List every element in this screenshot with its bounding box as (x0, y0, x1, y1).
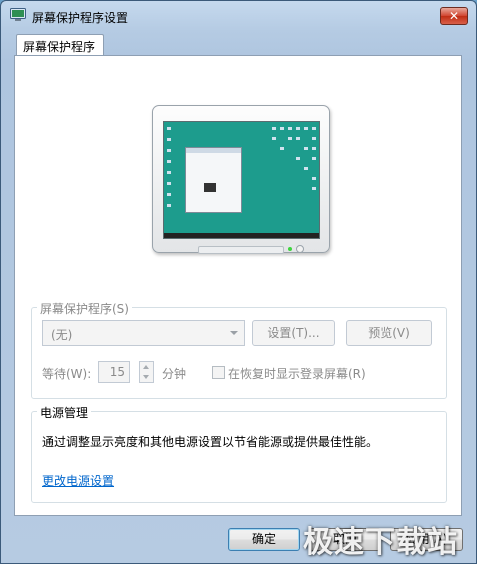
preview-screen (163, 121, 320, 239)
preview-taskbar (164, 233, 319, 238)
monitor-bezel-slot (198, 246, 284, 254)
desktop-icon (167, 204, 171, 207)
desktop-icon (272, 137, 276, 140)
preview-button[interactable]: 预览(V) (346, 320, 432, 346)
desktop-icon (296, 127, 300, 130)
desktop-icon (296, 137, 300, 140)
display-settings-icon (10, 8, 26, 21)
desktop-icon (167, 149, 171, 152)
power-button-icon (296, 245, 304, 253)
desktop-icon (167, 127, 171, 130)
tab-label: 屏幕保护程序 (23, 40, 96, 54)
desktop-icon (296, 157, 300, 160)
mini-window-titlebar (186, 148, 241, 153)
power-description: 通过调整显示亮度和其他电源设置以节省能源或提供最佳性能。 (42, 435, 379, 449)
chevron-up-icon (143, 365, 149, 369)
ok-button[interactable]: 确定 (228, 528, 300, 551)
screensaver-settings-window: 屏幕保护程序设置 ✕ 屏幕保护程序 屏幕保护程序(S) (无) 设置(T)...… (0, 0, 477, 564)
power-led-icon (288, 247, 292, 251)
desktop-icon (167, 182, 171, 185)
resume-logon-label: 在恢复时显示登录屏幕(R) (228, 367, 366, 381)
screensaver-select[interactable]: (无) (42, 320, 245, 346)
wait-minutes-input[interactable]: 15 (98, 361, 130, 383)
desktop-icon (304, 147, 308, 150)
change-power-settings-link[interactable]: 更改电源设置 (42, 472, 114, 489)
desktop-icon (288, 127, 292, 130)
desktop-icon (288, 137, 292, 140)
screensaver-group: 屏幕保护程序(S) (无) 设置(T)... 预览(V) 等待(W): 15 分… (31, 300, 447, 399)
desktop-icon (312, 157, 316, 160)
watermark-text: 极速下载站 (303, 525, 458, 560)
chevron-down-icon (143, 375, 149, 379)
desktop-icon (167, 138, 171, 141)
screensaver-group-label: 屏幕保护程序(S) (37, 300, 132, 317)
close-icon: ✕ (448, 9, 460, 23)
preview-mini-window (185, 147, 242, 213)
desktop-icon (312, 177, 316, 180)
desktop-icon (312, 137, 316, 140)
power-group: 电源管理 通过调整显示亮度和其他电源设置以节省能源或提供最佳性能。 更改电源设置 (31, 404, 447, 503)
close-button[interactable]: ✕ (440, 7, 468, 25)
desktop-icon (272, 127, 276, 130)
desktop-icon (312, 187, 316, 190)
desktop-icon (304, 127, 308, 130)
monitor-preview (152, 105, 330, 254)
desktop-icon (167, 160, 171, 163)
wait-label: 等待(W): (42, 367, 92, 381)
desktop-icon (312, 127, 316, 130)
wait-stepper[interactable] (139, 361, 154, 383)
desktop-icon (312, 147, 316, 150)
title-bar[interactable]: 屏幕保护程序设置 ✕ (1, 1, 476, 31)
tab-panel: 屏幕保护程序(S) (无) 设置(T)... 预览(V) 等待(W): 15 分… (14, 55, 462, 516)
desktop-icon (280, 147, 284, 150)
resume-logon-checkbox[interactable] (212, 366, 225, 379)
desktop-icon (167, 171, 171, 174)
window-title: 屏幕保护程序设置 (32, 11, 129, 25)
power-group-label: 电源管理 (37, 404, 92, 421)
desktop-icon (280, 127, 284, 130)
desktop-icon (304, 167, 308, 170)
minutes-label: 分钟 (162, 367, 187, 381)
chevron-down-icon (230, 331, 238, 335)
mini-window-image (204, 183, 216, 192)
desktop-icon (167, 193, 171, 196)
settings-button[interactable]: 设置(T)... (252, 320, 335, 346)
tab-screensaver[interactable]: 屏幕保护程序 (16, 34, 104, 56)
screensaver-select-value: (无) (51, 328, 73, 342)
